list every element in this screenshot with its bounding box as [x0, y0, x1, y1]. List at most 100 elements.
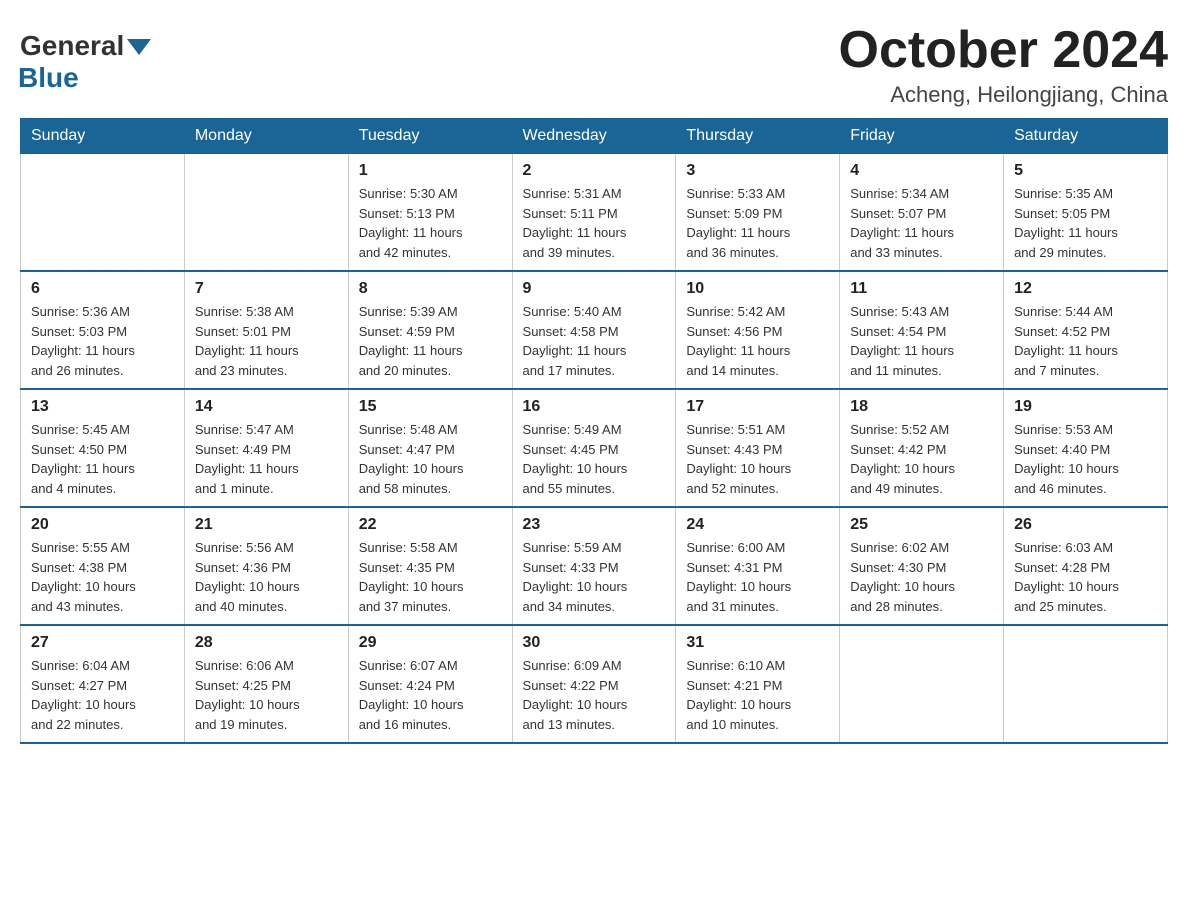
day-info: Sunrise: 6:03 AMSunset: 4:28 PMDaylight:… — [1014, 538, 1157, 616]
week-row-4: 27Sunrise: 6:04 AMSunset: 4:27 PMDayligh… — [21, 625, 1168, 743]
calendar-cell: 31 Sunrise: 6:10 AMSunset: 4:21 PMDayligh… — [676, 625, 840, 743]
day-info: Sunrise: 6:10 AMSunset: 4:21 PMDaylight:… — [686, 656, 829, 734]
day-number: 8 — [359, 280, 502, 298]
day-number: 26 — [1014, 516, 1157, 534]
day-info: Sunrise: 6:02 AMSunset: 4:30 PMDaylight:… — [850, 538, 993, 616]
day-number: 6 — [31, 280, 174, 298]
day-number: 20 — [31, 516, 174, 534]
day-header-tuesday: Tuesday — [348, 119, 512, 154]
calendar-cell: 25 Sunrise: 6:02 AMSunset: 4:30 PMDayligh… — [840, 507, 1004, 625]
day-number: 7 — [195, 280, 338, 298]
day-info: Sunrise: 5:53 AMSunset: 4:40 PMDaylight:… — [1014, 420, 1157, 498]
day-info: Sunrise: 6:04 AMSunset: 4:27 PMDaylight:… — [31, 656, 174, 734]
day-number: 2 — [523, 162, 666, 180]
calendar-cell: 27Sunrise: 6:04 AMSunset: 4:27 PMDayligh… — [21, 625, 185, 743]
calendar-cell: 21 Sunrise: 5:56 AMSunset: 4:36 PMDayligh… — [184, 507, 348, 625]
day-header-thursday: Thursday — [676, 119, 840, 154]
day-header-saturday: Saturday — [1004, 119, 1168, 154]
day-info: Sunrise: 5:56 AMSunset: 4:36 PMDaylight:… — [195, 538, 338, 616]
calendar-cell: 15 Sunrise: 5:48 AMSunset: 4:47 PMDayligh… — [348, 389, 512, 507]
day-number: 24 — [686, 516, 829, 534]
day-info: Sunrise: 5:52 AMSunset: 4:42 PMDaylight:… — [850, 420, 993, 498]
day-number: 25 — [850, 516, 993, 534]
day-number: 5 — [1014, 162, 1157, 180]
day-number: 23 — [523, 516, 666, 534]
day-number: 29 — [359, 634, 502, 652]
day-header-friday: Friday — [840, 119, 1004, 154]
calendar-cell: 28 Sunrise: 6:06 AMSunset: 4:25 PMDayligh… — [184, 625, 348, 743]
calendar-cell — [184, 154, 348, 272]
calendar-cell: 2Sunrise: 5:31 AMSunset: 5:11 PMDaylight… — [512, 154, 676, 272]
day-info: Sunrise: 5:30 AMSunset: 5:13 PMDaylight:… — [359, 184, 502, 262]
day-info: Sunrise: 5:55 AMSunset: 4:38 PMDaylight:… — [31, 538, 174, 616]
logo-blue: Blue — [18, 62, 79, 94]
title-block: October 2024 Acheng, Heilongjiang, China — [839, 20, 1169, 108]
calendar-cell: 13 Sunrise: 5:45 AMSunset: 4:50 PMDayligh… — [21, 389, 185, 507]
day-info: Sunrise: 5:44 AMSunset: 4:52 PMDaylight:… — [1014, 302, 1157, 380]
day-number: 31 — [686, 634, 829, 652]
calendar-cell — [21, 154, 185, 272]
day-info: Sunrise: 5:40 AMSunset: 4:58 PMDaylight:… — [523, 302, 666, 380]
day-number: 19 — [1014, 398, 1157, 416]
calendar-cell: 7 Sunrise: 5:38 AMSunset: 5:01 PMDaylight… — [184, 271, 348, 389]
day-number: 28 — [195, 634, 338, 652]
calendar-cell: 20 Sunrise: 5:55 AMSunset: 4:38 PMDayligh… — [21, 507, 185, 625]
day-header-sunday: Sunday — [21, 119, 185, 154]
day-info: Sunrise: 5:47 AMSunset: 4:49 PMDaylight:… — [195, 420, 338, 498]
day-info: Sunrise: 6:06 AMSunset: 4:25 PMDaylight:… — [195, 656, 338, 734]
day-info: Sunrise: 5:34 AMSunset: 5:07 PMDaylight:… — [850, 184, 993, 262]
week-row-2: 13 Sunrise: 5:45 AMSunset: 4:50 PMDayligh… — [21, 389, 1168, 507]
day-info: Sunrise: 5:45 AMSunset: 4:50 PMDaylight:… — [31, 420, 174, 498]
calendar-cell: 6Sunrise: 5:36 AMSunset: 5:03 PMDaylight… — [21, 271, 185, 389]
calendar-cell: 4 Sunrise: 5:34 AMSunset: 5:07 PMDaylight… — [840, 154, 1004, 272]
calendar-cell: 3 Sunrise: 5:33 AMSunset: 5:09 PMDaylight… — [676, 154, 840, 272]
day-number: 16 — [523, 398, 666, 416]
calendar-cell: 14Sunrise: 5:47 AMSunset: 4:49 PMDayligh… — [184, 389, 348, 507]
calendar-cell: 29Sunrise: 6:07 AMSunset: 4:24 PMDayligh… — [348, 625, 512, 743]
day-number: 4 — [850, 162, 993, 180]
calendar-cell: 10 Sunrise: 5:42 AMSunset: 4:56 PMDayligh… — [676, 271, 840, 389]
calendar-cell: 11Sunrise: 5:43 AMSunset: 4:54 PMDayligh… — [840, 271, 1004, 389]
logo: General Blue — [20, 30, 151, 94]
day-number: 9 — [523, 280, 666, 298]
day-info: Sunrise: 5:51 AMSunset: 4:43 PMDaylight:… — [686, 420, 829, 498]
calendar-cell: 24 Sunrise: 6:00 AMSunset: 4:31 PMDayligh… — [676, 507, 840, 625]
calendar-cell — [840, 625, 1004, 743]
calendar-cell: 8Sunrise: 5:39 AMSunset: 4:59 PMDaylight… — [348, 271, 512, 389]
day-number: 3 — [686, 162, 829, 180]
day-info: Sunrise: 5:49 AMSunset: 4:45 PMDaylight:… — [523, 420, 666, 498]
calendar-cell: 12 Sunrise: 5:44 AMSunset: 4:52 PMDayligh… — [1004, 271, 1168, 389]
calendar-cell: 26 Sunrise: 6:03 AMSunset: 4:28 PMDayligh… — [1004, 507, 1168, 625]
day-info: Sunrise: 5:42 AMSunset: 4:56 PMDaylight:… — [686, 302, 829, 380]
day-number: 17 — [686, 398, 829, 416]
calendar-cell: 16 Sunrise: 5:49 AMSunset: 4:45 PMDayligh… — [512, 389, 676, 507]
calendar-cell: 19 Sunrise: 5:53 AMSunset: 4:40 PMDayligh… — [1004, 389, 1168, 507]
day-number: 13 — [31, 398, 174, 416]
calendar-cell — [1004, 625, 1168, 743]
calendar-cell: 22Sunrise: 5:58 AMSunset: 4:35 PMDayligh… — [348, 507, 512, 625]
day-info: Sunrise: 5:38 AMSunset: 5:01 PMDaylight:… — [195, 302, 338, 380]
month-title: October 2024 — [839, 20, 1169, 80]
header-row: SundayMondayTuesdayWednesdayThursdayFrid… — [21, 119, 1168, 154]
day-number: 21 — [195, 516, 338, 534]
location: Acheng, Heilongjiang, China — [839, 82, 1169, 108]
calendar-cell: 18 Sunrise: 5:52 AMSunset: 4:42 PMDayligh… — [840, 389, 1004, 507]
day-number: 10 — [686, 280, 829, 298]
calendar-cell: 17 Sunrise: 5:51 AMSunset: 4:43 PMDayligh… — [676, 389, 840, 507]
day-number: 18 — [850, 398, 993, 416]
calendar-cell: 1 Sunrise: 5:30 AMSunset: 5:13 PMDaylight… — [348, 154, 512, 272]
page-header: General Blue October 2024 Acheng, Heilon… — [20, 20, 1168, 108]
day-number: 1 — [359, 162, 502, 180]
calendar-cell: 9 Sunrise: 5:40 AMSunset: 4:58 PMDaylight… — [512, 271, 676, 389]
day-header-wednesday: Wednesday — [512, 119, 676, 154]
day-info: Sunrise: 5:35 AMSunset: 5:05 PMDaylight:… — [1014, 184, 1157, 262]
day-info: Sunrise: 6:00 AMSunset: 4:31 PMDaylight:… — [686, 538, 829, 616]
day-info: Sunrise: 5:48 AMSunset: 4:47 PMDaylight:… — [359, 420, 502, 498]
week-row-1: 6Sunrise: 5:36 AMSunset: 5:03 PMDaylight… — [21, 271, 1168, 389]
day-number: 11 — [850, 280, 993, 298]
calendar-table: SundayMondayTuesdayWednesdayThursdayFrid… — [20, 118, 1168, 744]
day-info: Sunrise: 5:33 AMSunset: 5:09 PMDaylight:… — [686, 184, 829, 262]
calendar-cell: 5 Sunrise: 5:35 AMSunset: 5:05 PMDaylight… — [1004, 154, 1168, 272]
day-number: 12 — [1014, 280, 1157, 298]
day-number: 15 — [359, 398, 502, 416]
